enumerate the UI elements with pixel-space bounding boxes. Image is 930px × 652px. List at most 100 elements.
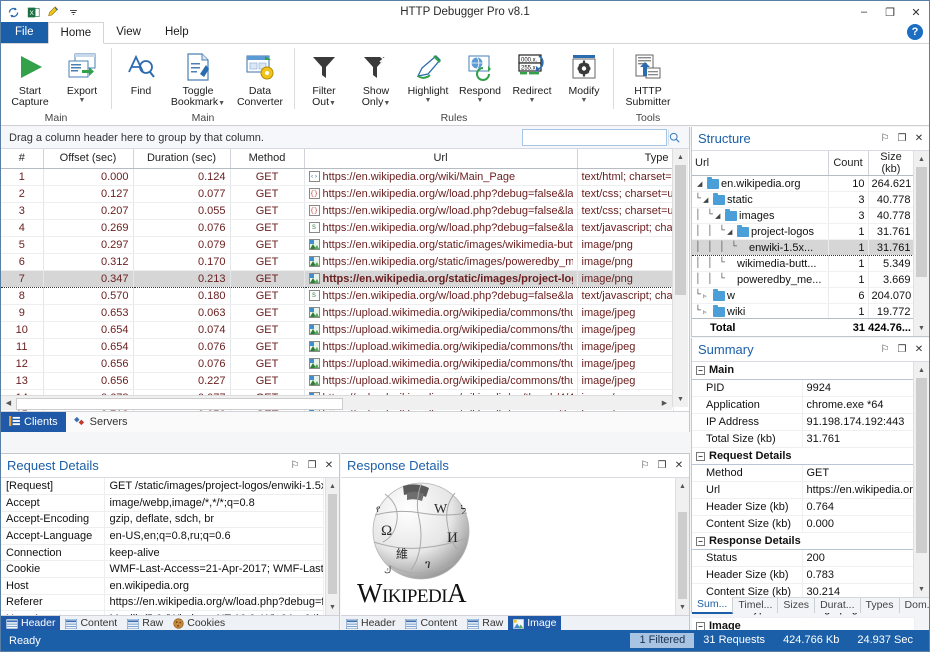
request-details-tab-header[interactable]: Header (1, 616, 60, 631)
tree-expander-icon[interactable]: ◢ (703, 196, 711, 204)
summary-table[interactable]: −MainPID9924Applicationchrome.exe *64IP … (692, 362, 915, 635)
scroll-up-icon[interactable]: ▲ (673, 149, 688, 165)
ribbon-tab-home[interactable]: Home (48, 22, 105, 44)
tree-expander-icon[interactable]: ▹ (703, 308, 711, 316)
export-dropdown-icon[interactable]: ▼ (79, 97, 86, 104)
pin-icon[interactable]: ⚐ (289, 459, 301, 473)
scroll-down-icon[interactable]: ▼ (673, 391, 688, 407)
response-details-tab-raw[interactable]: Raw (462, 616, 508, 631)
summary-group-row[interactable]: −Response Details (692, 532, 914, 549)
hscroll-thumb[interactable] (16, 398, 343, 410)
tree-expander-icon[interactable]: ▹ (703, 292, 711, 300)
column-header-method[interactable]: Method (230, 149, 304, 168)
structure-row[interactable]: └▹w6204.070 (692, 288, 914, 304)
summary-row[interactable]: Total Size (kb)31.761 (692, 430, 914, 447)
grid-vertical-scrollbar[interactable]: ▲ ▼ (672, 149, 688, 407)
summary-tab-sizes[interactable]: Sizes (778, 598, 815, 613)
export-button[interactable]: Export ▼ (56, 48, 108, 110)
structure-row[interactable]: │ │ └wikimedia-butt...15.349 (692, 256, 914, 272)
show-only-dropdown-icon[interactable]: ▼ (383, 100, 390, 107)
table-row[interactable]: 90.6530.063GEThttps://upload.wikimedia.o… (1, 304, 673, 321)
modify-button[interactable]: Modify ▼ (558, 48, 610, 110)
scroll-right-icon[interactable]: ▶ (657, 396, 672, 411)
column-header-number[interactable]: # (1, 149, 43, 168)
table-row[interactable]: 50.2970.079GEThttps://en.wikipedia.org/s… (1, 236, 673, 253)
summary-tab-types[interactable]: Types (861, 598, 900, 613)
respdet-scroll-thumb[interactable] (678, 512, 687, 607)
search-icon[interactable] (668, 130, 680, 145)
structure-col-count[interactable]: Count (828, 151, 868, 176)
table-row[interactable]: 60.3120.170GEThttps://en.wikipedia.org/s… (1, 253, 673, 270)
response-details-tab-content[interactable]: Content (400, 616, 462, 631)
maximize-button[interactable]: ❐ (877, 1, 903, 23)
summary-row[interactable]: MethodGET (692, 464, 914, 481)
table-row[interactable]: 80.5700.180GETShttps://en.wikipedia.org/… (1, 287, 673, 304)
start-capture-button[interactable]: StartCapture (4, 48, 56, 110)
summary-tab-sum[interactable]: Sum... (692, 597, 733, 614)
summary-row[interactable]: Header Size (kb)0.783 (692, 566, 914, 583)
reqdet-scroll-thumb[interactable] (328, 494, 337, 594)
tree-expander-icon[interactable]: ◢ (715, 212, 723, 220)
modify-dropdown-icon[interactable]: ▼ (581, 97, 588, 104)
table-row[interactable]: 10.0000.124GET‹›https://en.wikipedia.org… (1, 168, 673, 185)
header-row[interactable]: Refererhttps://en.wikipedia.org/w/load.p… (1, 594, 323, 611)
header-row[interactable]: Hosten.wikipedia.org (1, 578, 323, 595)
summary-row[interactable]: Applicationchrome.exe *64 (692, 396, 914, 413)
respond-button[interactable]: Respond ▼ (454, 48, 506, 110)
respdet-scroll-up-icon[interactable]: ▲ (676, 478, 689, 494)
summary-row[interactable]: IP Address91.198.174.192:443 (692, 413, 914, 430)
header-row[interactable]: Accept-Encodinggzip, deflate, sdch, br (1, 511, 323, 528)
highlight-dropdown-icon[interactable]: ▼ (425, 97, 432, 104)
structure-row[interactable]: │ │ └◢project-logos131.761 (692, 224, 914, 240)
response-details-tab-header[interactable]: Header (341, 616, 400, 631)
summary-row[interactable]: PID9924 (692, 379, 914, 396)
collapse-icon[interactable]: − (696, 537, 705, 546)
summary-tab-durat[interactable]: Durat... (815, 598, 860, 613)
grid-horizontal-scrollbar[interactable]: ◀ ▶ (1, 395, 672, 410)
pin-icon[interactable]: ⚐ (639, 459, 651, 473)
minimize-button[interactable]: – (851, 1, 877, 23)
summary-row[interactable]: Status200 (692, 549, 914, 566)
summary-scroll-down-icon[interactable]: ▼ (914, 581, 929, 597)
summary-scroll-thumb[interactable] (916, 378, 927, 553)
ribbon-tab-view[interactable]: View (104, 22, 153, 43)
column-header-url[interactable]: Url (304, 149, 577, 168)
structure-row[interactable]: │ │ │ └enwiki-1.5x...131.761 (692, 240, 914, 256)
structure-scroll-up-icon[interactable]: ▲ (914, 151, 929, 167)
close-icon[interactable]: ✕ (913, 343, 925, 357)
http-submitter-button[interactable]: HTTPSubmitter (617, 48, 679, 110)
structure-row[interactable]: └◢static340.778 (692, 192, 914, 208)
hscroll-track[interactable] (16, 397, 657, 410)
structure-row[interactable]: │ │ └poweredby_me...13.669 (692, 272, 914, 288)
tree-expander-icon[interactable]: ◢ (697, 180, 705, 188)
summary-group-row[interactable]: −Main (692, 362, 914, 379)
tab-servers[interactable]: Servers (66, 412, 136, 432)
structure-row[interactable]: ◢en.wikipedia.org10264.621 (692, 176, 914, 192)
header-row[interactable]: Acceptimage/webp,image/*,*/*;q=0.8 (1, 495, 323, 512)
header-row[interactable]: [Request]GET /static/images/project-logo… (1, 478, 323, 495)
requests-table[interactable]: # Offset (sec) Duration (sec) Method Url… (1, 149, 674, 424)
tab-clients[interactable]: Clients (1, 412, 66, 432)
filter-out-button[interactable]: FilterOut▼ (298, 48, 350, 110)
table-row[interactable]: 100.6540.074GEThttps://upload.wikimedia.… (1, 321, 673, 338)
request-details-tab-content[interactable]: Content (60, 616, 122, 631)
request-details-tab-raw[interactable]: Raw (122, 616, 168, 631)
group-by-panel[interactable]: Drag a column header here to group by th… (1, 127, 689, 149)
redirect-dropdown-icon[interactable]: ▼ (529, 97, 536, 104)
table-row[interactable]: 120.6560.076GEThttps://upload.wikimedia.… (1, 355, 673, 372)
ribbon-tab-help[interactable]: Help (153, 22, 201, 43)
reqdet-scroll-down-icon[interactable]: ▼ (326, 599, 339, 615)
table-row[interactable]: 130.6560.227GEThttps://upload.wikimedia.… (1, 372, 673, 389)
header-row[interactable]: Accept-Languageen-US,en;q=0.8,ru;q=0.6 (1, 528, 323, 545)
summary-scroll-up-icon[interactable]: ▲ (914, 362, 929, 378)
summary-scrollbar[interactable]: ▲ ▼ (913, 362, 929, 597)
close-icon[interactable]: ✕ (323, 459, 335, 473)
respdet-scroll-down-icon[interactable]: ▼ (676, 599, 689, 615)
table-row[interactable]: 20.1270.077GET{}https://en.wikipedia.org… (1, 185, 673, 202)
redirect-button[interactable]: 000.x. 255.x Redirect ▼ (506, 48, 558, 110)
close-button[interactable]: ✕ (903, 1, 929, 23)
table-row[interactable]: 30.2070.055GET{}https://en.wikipedia.org… (1, 202, 673, 219)
collapse-icon[interactable]: − (696, 366, 705, 375)
structure-col-size[interactable]: Size (kb) (868, 151, 914, 176)
structure-tree[interactable]: Url Count Size (kb) ◢en.wikipedia.org102… (692, 151, 915, 336)
